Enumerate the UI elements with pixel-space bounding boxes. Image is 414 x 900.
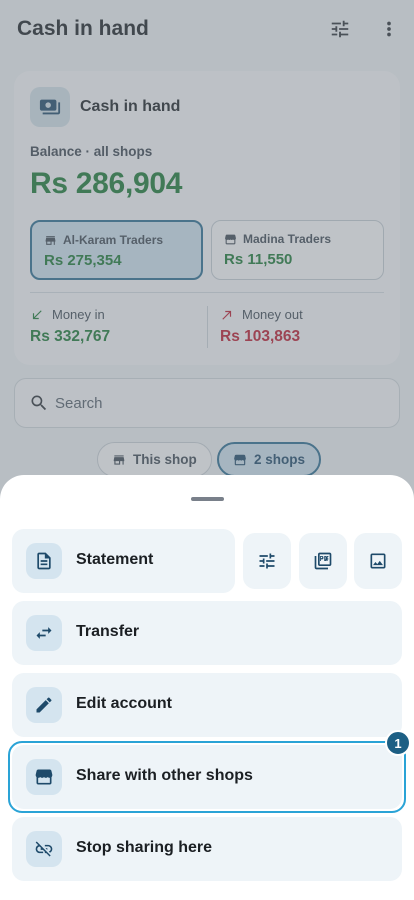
action-label: Stop sharing here: [76, 839, 213, 856]
transfer-button[interactable]: Transfer: [12, 601, 402, 665]
action-bottom-sheet: Statement Transfer Edit account Share wi…: [0, 475, 414, 900]
image-icon: [370, 553, 386, 569]
statement-filter-button[interactable]: [243, 533, 291, 589]
link-off-icon: [26, 831, 62, 867]
tune-icon: [259, 553, 275, 569]
drag-handle[interactable]: [191, 497, 224, 501]
export-pdf-button[interactable]: [299, 533, 347, 589]
pdf-icon: [314, 552, 332, 570]
pencil-icon: [26, 687, 62, 723]
export-image-button[interactable]: [354, 533, 402, 589]
stop-sharing-button[interactable]: Stop sharing here: [12, 817, 402, 881]
action-label: Statement: [76, 551, 154, 568]
action-label: Transfer: [76, 623, 140, 640]
step-badge: 1: [385, 730, 411, 756]
storefront-icon: [26, 759, 62, 795]
statement-button[interactable]: Statement: [12, 529, 235, 593]
action-label: Share with other shops: [76, 767, 253, 784]
edit-account-button[interactable]: Edit account: [12, 673, 402, 737]
action-label: Edit account: [76, 695, 173, 712]
swap-arrows-icon: [26, 615, 62, 651]
share-with-other-shops-button[interactable]: Share with other shops: [12, 745, 402, 809]
document-icon: [26, 543, 62, 579]
